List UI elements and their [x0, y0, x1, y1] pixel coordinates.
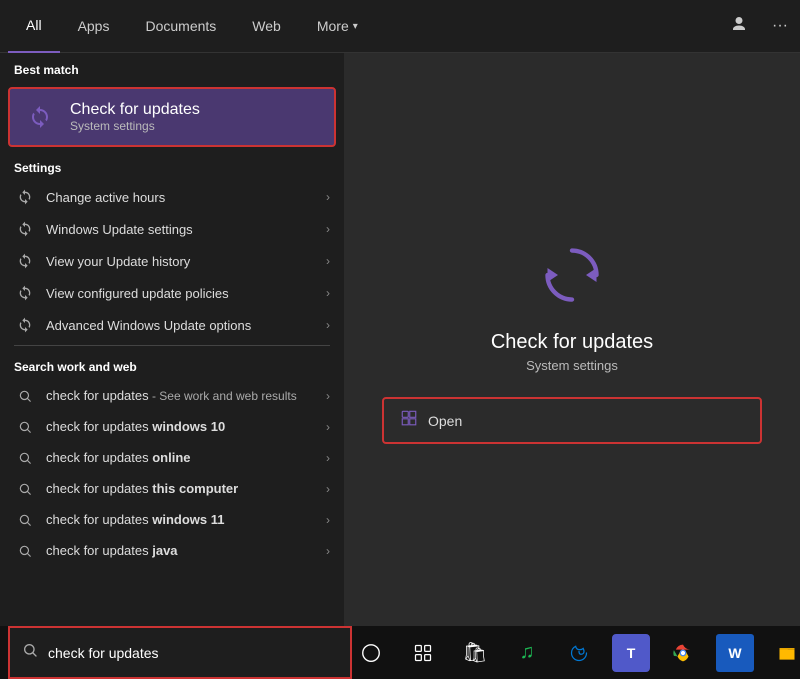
settings-item-label: Windows Update settings: [46, 222, 326, 237]
search-input[interactable]: [48, 645, 338, 661]
search-item-text: check for updates windows 10: [46, 419, 326, 434]
sync-icon: [14, 189, 36, 205]
open-icon: [400, 409, 418, 432]
sync-icon: [14, 285, 36, 301]
taskbar-edge-icon[interactable]: [560, 634, 598, 672]
nav-tab-apps[interactable]: Apps: [60, 0, 128, 53]
taskbar-spotify-icon[interactable]: ♫: [508, 634, 546, 672]
chevron-right-icon: ›: [326, 286, 330, 300]
divider: [14, 345, 330, 346]
nav-tab-documents[interactable]: Documents: [127, 0, 234, 53]
search-item-1[interactable]: check for updates windows 10 ›: [0, 411, 344, 442]
top-nav: All Apps Documents Web More ▾ ···: [0, 0, 800, 53]
search-web-label: Search work and web: [0, 350, 344, 380]
sync-icon: [14, 317, 36, 333]
search-item-text: check for updates - See work and web res…: [46, 388, 326, 403]
settings-label: Settings: [0, 151, 344, 181]
right-panel-subtitle: System settings: [526, 358, 618, 373]
settings-advanced-options[interactable]: Advanced Windows Update options ›: [0, 309, 344, 341]
sync-icon-small: [22, 99, 58, 135]
taskbar-center: 🛍 ♫ T W: [352, 634, 800, 672]
left-panel: Best match Check for updates System sett…: [0, 53, 344, 626]
search-item-4[interactable]: check for updates windows 11 ›: [0, 504, 344, 535]
nav-action-icons: ···: [726, 11, 792, 42]
chevron-right-icon: ›: [326, 318, 330, 332]
chevron-right-icon: ›: [326, 482, 330, 496]
best-match-title: Check for updates: [70, 101, 200, 119]
person-icon[interactable]: [726, 11, 752, 42]
taskbar-teams-icon[interactable]: T: [612, 634, 650, 672]
best-match-item[interactable]: Check for updates System settings: [8, 87, 336, 147]
search-item-text: check for updates windows 11: [46, 512, 326, 527]
search-item-text: check for updates online: [46, 450, 326, 465]
chevron-right-icon: ›: [326, 420, 330, 434]
settings-item-label: View configured update policies: [46, 286, 326, 301]
sync-icon: [14, 253, 36, 269]
chevron-right-icon: ›: [326, 513, 330, 527]
settings-change-active-hours[interactable]: Change active hours ›: [0, 181, 344, 213]
right-panel-title: Check for updates: [491, 331, 653, 354]
open-button[interactable]: Open: [382, 397, 762, 444]
right-panel: Check for updates System settings Open: [344, 53, 800, 626]
search-bar-icon: [22, 642, 38, 663]
chevron-right-icon: ›: [326, 222, 330, 236]
settings-update-history[interactable]: View your Update history ›: [0, 245, 344, 277]
open-label: Open: [428, 413, 462, 429]
taskbar-left: [8, 626, 352, 679]
taskbar-store-icon[interactable]: 🛍: [456, 634, 494, 672]
search-bar[interactable]: [8, 626, 352, 679]
nav-tab-all[interactable]: All: [8, 0, 60, 53]
search-item-2[interactable]: check for updates online ›: [0, 442, 344, 473]
search-icon: [14, 389, 36, 403]
taskbar-search-icon[interactable]: [352, 634, 390, 672]
settings-item-label: View your Update history: [46, 254, 326, 269]
main-content: Best match Check for updates System sett…: [0, 53, 800, 626]
taskbar-taskview-icon[interactable]: [404, 634, 442, 672]
taskbar-chrome-icon[interactable]: [664, 634, 702, 672]
taskbar-word-icon[interactable]: W: [716, 634, 754, 672]
search-icon: [14, 513, 36, 527]
settings-item-label: Advanced Windows Update options: [46, 318, 326, 333]
chevron-down-icon: ▾: [353, 21, 358, 32]
chevron-right-icon: ›: [326, 389, 330, 403]
nav-tab-more[interactable]: More ▾: [299, 0, 376, 53]
chevron-right-icon: ›: [326, 451, 330, 465]
search-icon: [14, 482, 36, 496]
right-top-content: Check for updates System settings Open: [344, 53, 800, 626]
taskbar-explorer-icon[interactable]: [768, 634, 800, 672]
search-item-3[interactable]: check for updates this computer ›: [0, 473, 344, 504]
sync-icon-large: [532, 235, 612, 315]
chevron-right-icon: ›: [326, 190, 330, 204]
chevron-right-icon: ›: [326, 544, 330, 558]
search-icon: [14, 451, 36, 465]
chevron-right-icon: ›: [326, 254, 330, 268]
nav-tab-web[interactable]: Web: [234, 0, 299, 53]
settings-configured-policies[interactable]: View configured update policies ›: [0, 277, 344, 309]
search-icon: [14, 420, 36, 434]
more-options-icon[interactable]: ···: [768, 13, 792, 39]
settings-windows-update[interactable]: Windows Update settings ›: [0, 213, 344, 245]
search-item-5[interactable]: check for updates java ›: [0, 535, 344, 566]
search-icon: [14, 544, 36, 558]
best-match-text: Check for updates System settings: [70, 101, 200, 133]
best-match-subtitle: System settings: [70, 119, 200, 133]
sync-icon: [14, 221, 36, 237]
best-match-label: Best match: [0, 53, 344, 83]
taskbar: 🛍 ♫ T W: [0, 626, 800, 679]
search-item-text: check for updates this computer: [46, 481, 326, 496]
settings-item-label: Change active hours: [46, 190, 326, 205]
search-item-text: check for updates java: [46, 543, 326, 558]
nav-tabs: All Apps Documents Web More ▾: [8, 0, 726, 53]
search-item-0[interactable]: check for updates - See work and web res…: [0, 380, 344, 411]
